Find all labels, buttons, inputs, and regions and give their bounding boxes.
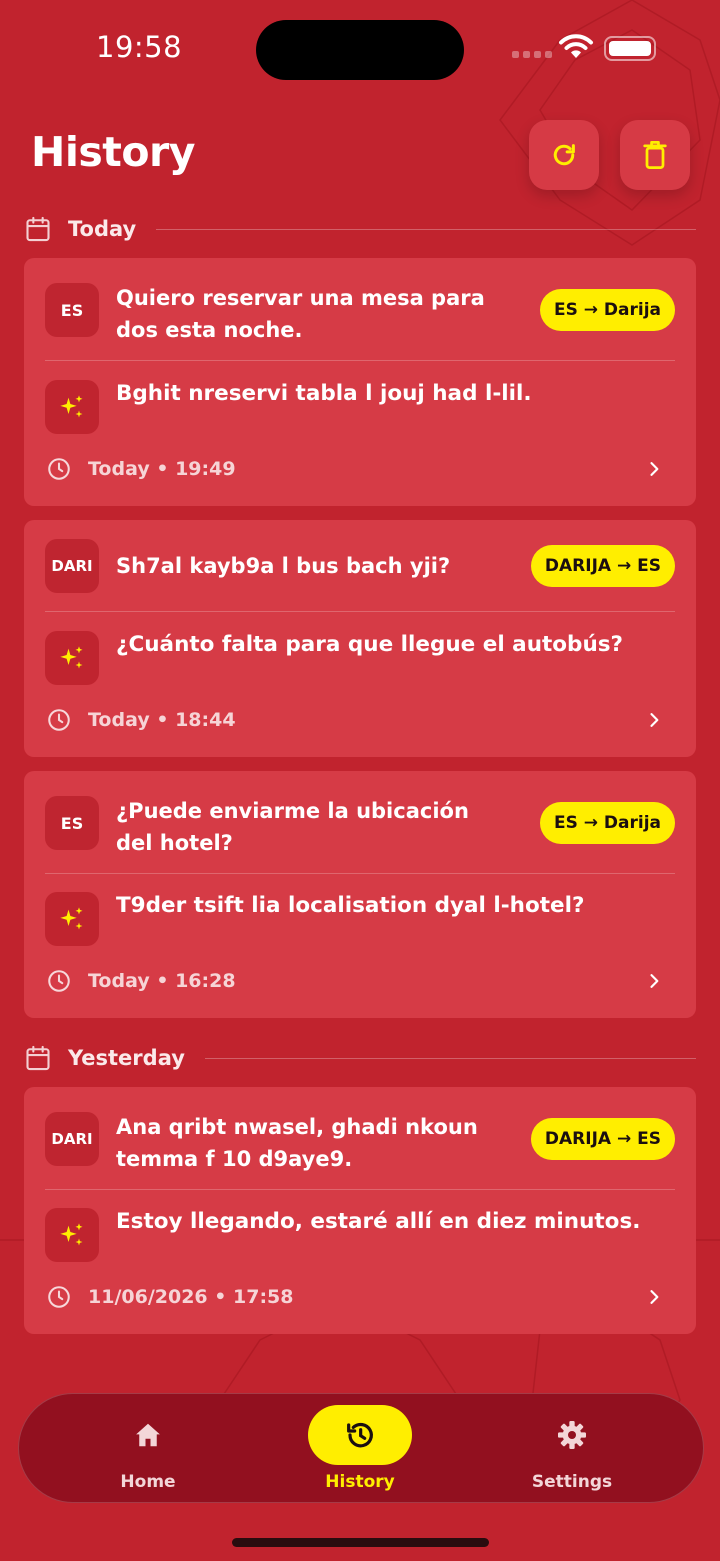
- sparkle-icon-box: [45, 1208, 99, 1262]
- battery-icon: [604, 36, 656, 61]
- translation-text: Bghit nreservi tabla l jouj had l-lil.: [116, 381, 532, 406]
- sparkle-icon-box: [45, 380, 99, 434]
- sparkle-icon-box: [45, 631, 99, 685]
- card-meta: Today • 19:49: [46, 456, 674, 482]
- translation-row: Bghit nreservi tabla l jouj had l-lil.: [45, 380, 675, 434]
- nav-label: Settings: [531, 1472, 613, 1492]
- direction-badge: ES → Darija: [539, 289, 675, 331]
- source-row: ES ¿Puede enviarme la ubicación del hote…: [45, 796, 675, 859]
- status-time: 19:58: [96, 30, 183, 64]
- nav-pill: [96, 1405, 200, 1465]
- sparkle-icon-box: [45, 892, 99, 946]
- card-divider: [45, 360, 675, 361]
- translation-text: ¿Cuánto falta para que llegue el autobús…: [116, 632, 624, 657]
- source-lang-badge: DARI: [45, 1112, 99, 1166]
- nav-item-home[interactable]: Home: [48, 1394, 248, 1504]
- source-row: DARI Ana qribt nwasel, ghadi nkoun temma…: [45, 1112, 675, 1175]
- card-meta: Today • 18:44: [46, 707, 674, 733]
- nav-label: History: [325, 1472, 395, 1492]
- translation-row: T9der tsift lia localisation dyal l-hote…: [45, 892, 675, 946]
- source-lang-badge: ES: [45, 283, 99, 337]
- source-text: Sh7al kayb9a l bus bach yji?: [116, 554, 451, 578]
- card-divider: [45, 1189, 675, 1190]
- direction-badge: ES → Darija: [539, 802, 675, 844]
- timestamp: Today • 18:44: [88, 709, 236, 731]
- wifi-icon: [559, 34, 593, 58]
- nav-pill: [520, 1405, 624, 1465]
- history-card[interactable]: ES ¿Puede enviarme la ubicación del hote…: [24, 771, 696, 1018]
- nav-item-history[interactable]: History: [260, 1394, 460, 1504]
- home-icon: [136, 1423, 160, 1447]
- clear-history-button[interactable]: [620, 120, 690, 190]
- translation-row: Estoy llegando, estaré allí en diez minu…: [45, 1208, 675, 1262]
- source-lang-badge: DARI: [45, 539, 99, 593]
- source-row: DARI Sh7al kayb9a l bus bach yji? DARIJA…: [45, 539, 675, 593]
- nav-label: Home: [120, 1472, 176, 1492]
- card-meta: 11/06/2026 • 17:58: [46, 1284, 674, 1310]
- clock-icon: [48, 1286, 70, 1308]
- card-meta: Today • 16:28: [46, 968, 674, 994]
- section-label: Today: [68, 217, 137, 241]
- history-card[interactable]: DARI Ana qribt nwasel, ghadi nkoun temma…: [24, 1087, 696, 1334]
- gear-icon: [558, 1421, 586, 1449]
- cellular-signal-icon: [512, 51, 552, 58]
- section-divider: [156, 228, 696, 230]
- section-header-today: Today: [24, 214, 696, 244]
- card-divider: [45, 873, 675, 874]
- page-title: History: [31, 128, 195, 176]
- dynamic-island: [256, 20, 464, 80]
- calendar-icon: [26, 216, 50, 242]
- translation-row: ¿Cuánto falta para que llegue el autobús…: [45, 631, 675, 685]
- source-text: Quiero reservar una mesa para dos esta n…: [116, 286, 485, 342]
- trash-icon: [643, 141, 667, 169]
- source-text: ¿Puede enviarme la ubicación del hotel?: [116, 799, 469, 855]
- history-icon: [347, 1422, 373, 1448]
- sparkle-icon: [60, 1223, 83, 1246]
- calendar-icon: [26, 1045, 50, 1071]
- bottom-nav: Home History Settings: [18, 1393, 704, 1503]
- sparkle-icon: [60, 646, 83, 669]
- sparkle-icon: [60, 395, 83, 418]
- history-card[interactable]: DARI Sh7al kayb9a l bus bach yji? DARIJA…: [24, 520, 696, 757]
- status-bar: 19:58: [0, 0, 720, 100]
- chevron-right-icon[interactable]: [644, 459, 664, 479]
- timestamp: Today • 16:28: [88, 970, 236, 992]
- translation-text: T9der tsift lia localisation dyal l-hote…: [116, 893, 585, 918]
- clock-icon: [48, 458, 70, 480]
- refresh-icon: [553, 144, 575, 166]
- home-indicator[interactable]: [232, 1538, 489, 1547]
- section-header-yesterday: Yesterday: [24, 1043, 696, 1073]
- chevron-right-icon[interactable]: [644, 1287, 664, 1307]
- translation-text: Estoy llegando, estaré allí en diez minu…: [116, 1209, 641, 1234]
- timestamp: Today • 19:49: [88, 458, 236, 480]
- sparkle-icon: [60, 907, 83, 930]
- direction-badge: DARIJA → ES: [530, 1118, 675, 1160]
- source-lang-badge: ES: [45, 796, 99, 850]
- timestamp: 11/06/2026 • 17:58: [88, 1286, 294, 1308]
- direction-badge: DARIJA → ES: [530, 545, 675, 587]
- history-card[interactable]: ES Quiero reservar una mesa para dos est…: [24, 258, 696, 506]
- section-divider: [204, 1057, 696, 1059]
- section-label: Yesterday: [68, 1046, 185, 1070]
- nav-pill: [308, 1405, 412, 1465]
- clock-icon: [48, 709, 70, 731]
- card-divider: [45, 611, 675, 612]
- chevron-right-icon[interactable]: [644, 971, 664, 991]
- nav-item-settings[interactable]: Settings: [472, 1394, 672, 1504]
- refresh-button[interactable]: [529, 120, 599, 190]
- clock-icon: [48, 970, 70, 992]
- source-text: Ana qribt nwasel, ghadi nkoun temma f 10…: [116, 1115, 478, 1171]
- chevron-right-icon[interactable]: [644, 710, 664, 730]
- source-row: ES Quiero reservar una mesa para dos est…: [45, 283, 675, 346]
